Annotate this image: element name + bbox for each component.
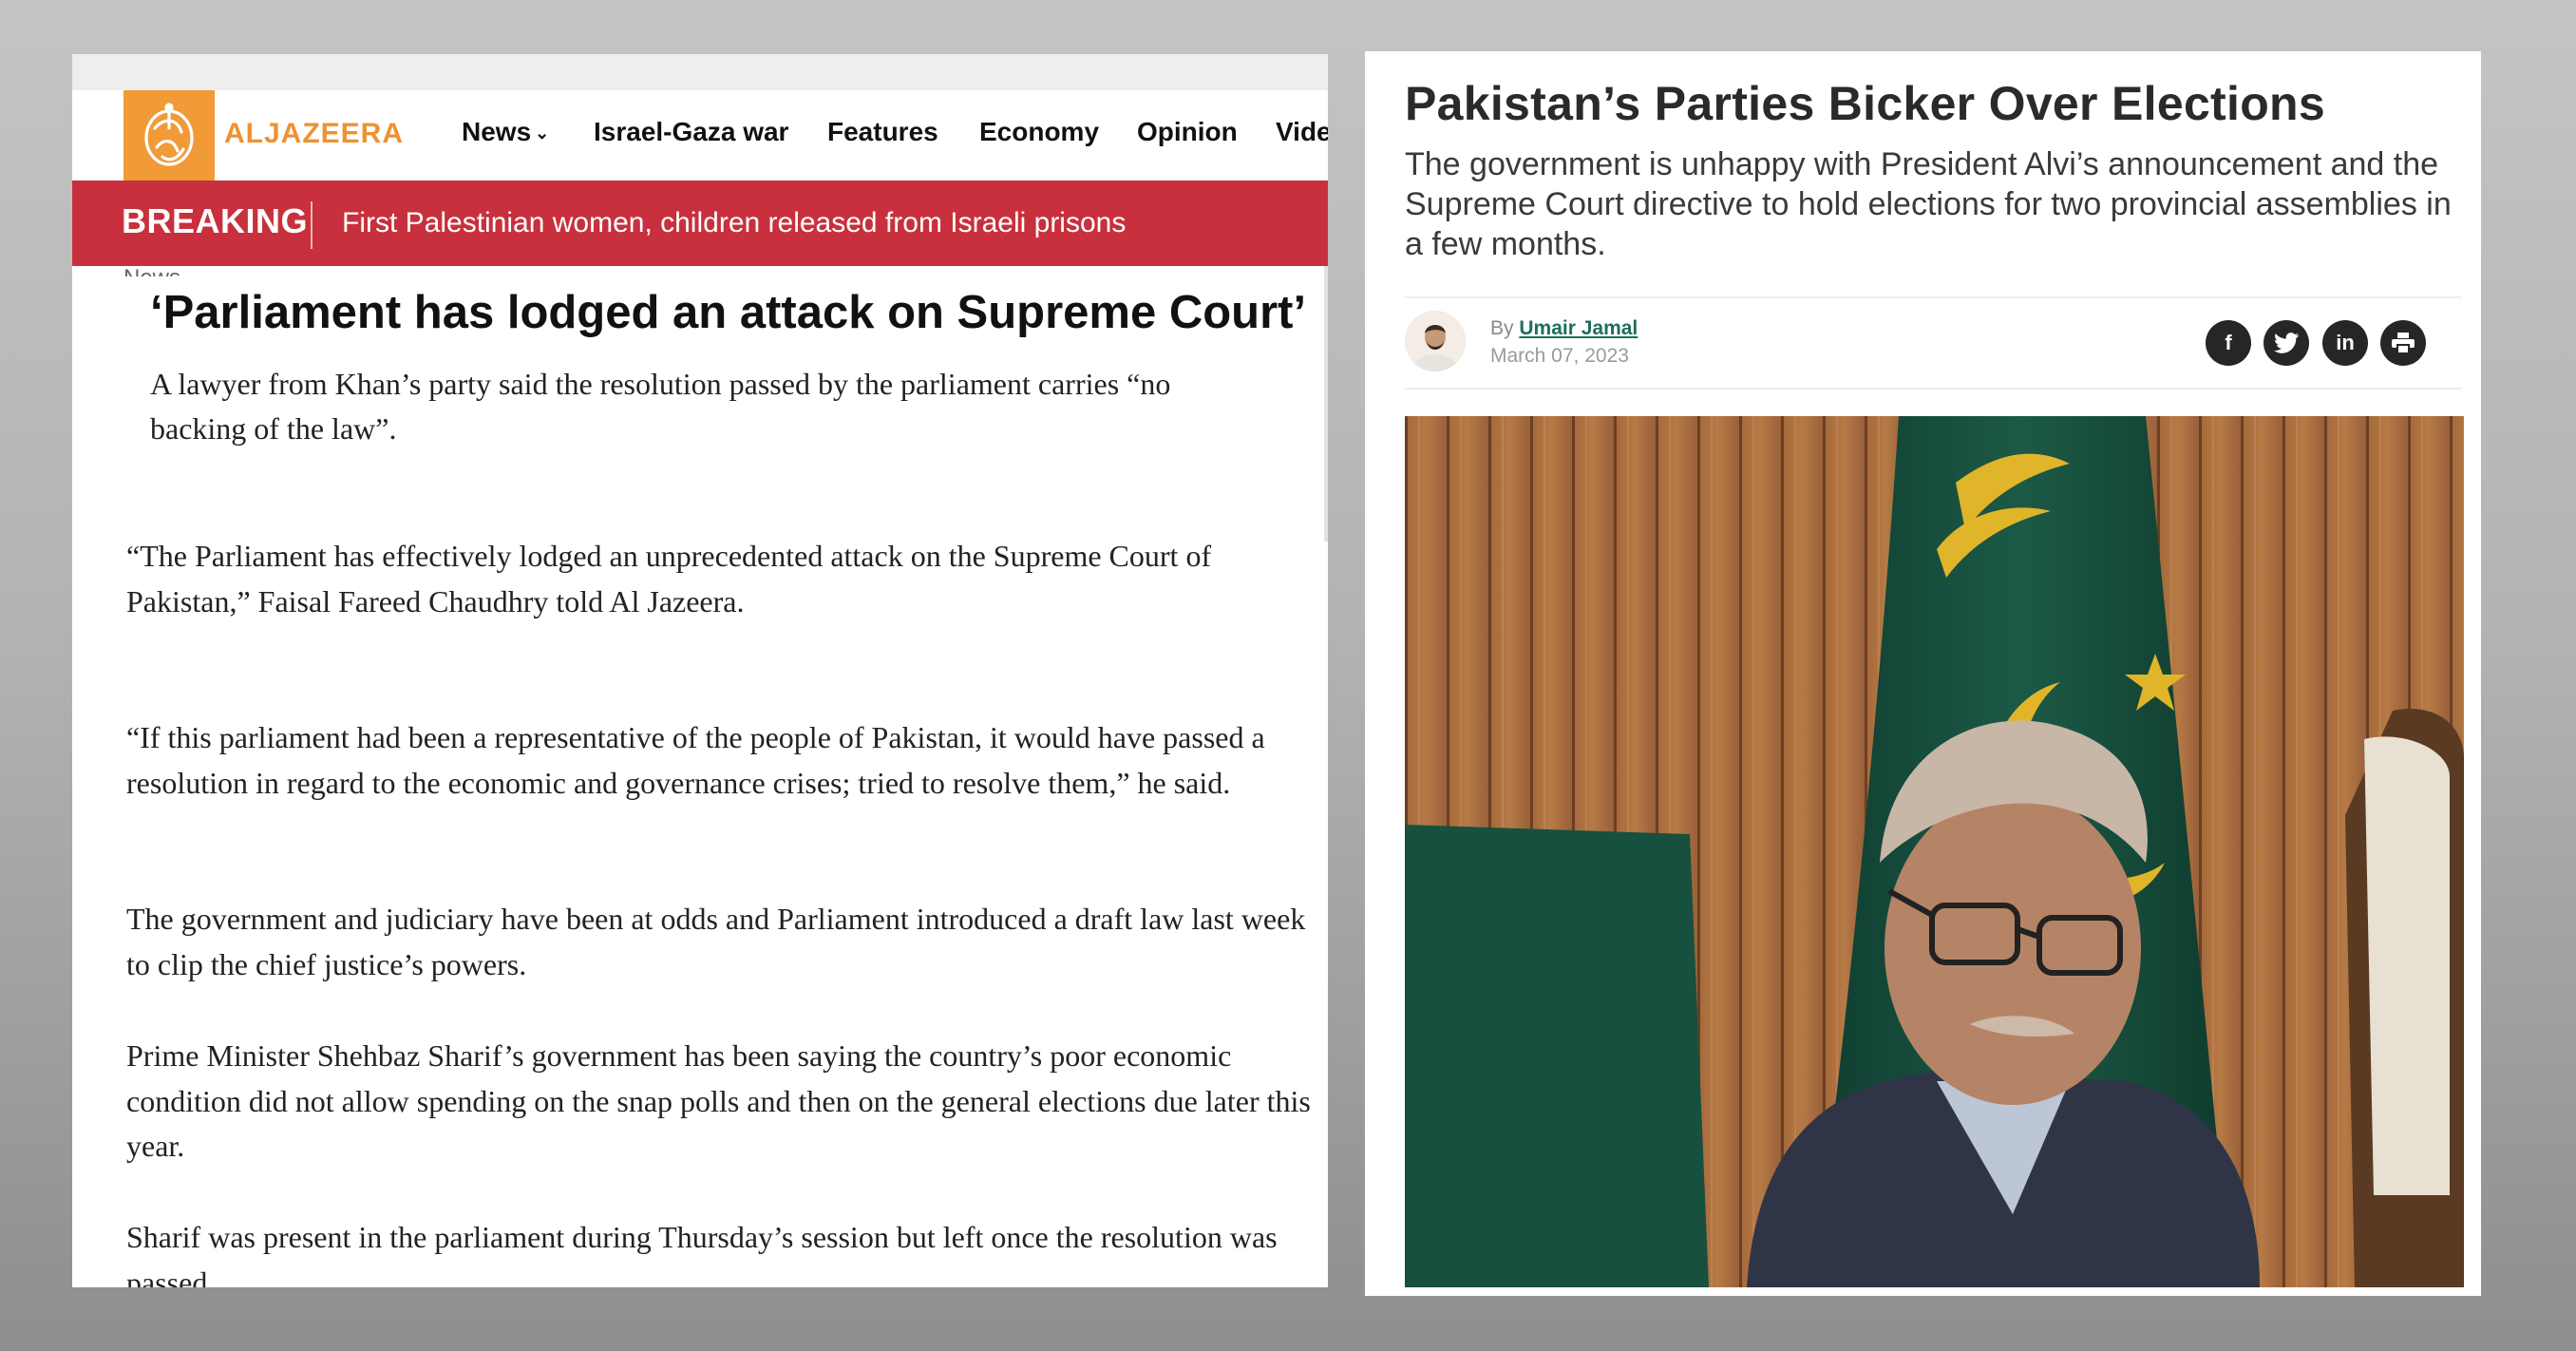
article-subtitle: The government is unhappy with President… [1405, 146, 2452, 262]
breaking-divider [311, 201, 313, 249]
author-avatar[interactable] [1405, 311, 1466, 371]
chevron-down-icon: ⌄ [535, 124, 550, 143]
browser-top-strip [72, 54, 1328, 90]
nav-news[interactable]: News ⌄ [462, 117, 549, 147]
breaking-label: BREAKING [122, 201, 309, 240]
president-with-flag-image [1405, 416, 2464, 1287]
author-link[interactable]: Umair Jamal [1519, 317, 1638, 339]
nav-features[interactable]: Features [827, 117, 938, 147]
article-paragraph: “If this parliament had been a represent… [126, 720, 1265, 800]
scrollbar-edge [1324, 266, 1328, 542]
article-paragraph: “The Parliament has effectively lodged a… [126, 539, 1212, 618]
aljazeera-article-screenshot: ALJAZEERA News ⌄ Israel-Gaza war Features… [72, 54, 1328, 1287]
byline-prefix: By [1490, 317, 1514, 339]
article-standfirst: A lawyer from Khan’s party said the reso… [150, 367, 1171, 446]
pakistan-article-screenshot: Pakistan’s Parties Bicker Over Elections… [1365, 51, 2481, 1296]
publish-date: March 07, 2023 [1490, 345, 1629, 367]
article-paragraph: Prime Minister Shehbaz Sharif’s governme… [126, 1038, 1311, 1163]
article-paragraph: Sharif was present in the parliament dur… [126, 1220, 1278, 1287]
facebook-icon[interactable]: f [2206, 320, 2251, 366]
breaking-headline[interactable]: First Palestinian women, children releas… [342, 207, 1126, 239]
byline: By Umair Jamal [1490, 317, 1638, 340]
article-title: Pakistan’s Parties Bicker Over Elections [1405, 77, 2325, 130]
aljazeera-logo-icon[interactable] [123, 90, 215, 181]
linkedin-icon[interactable]: in [2322, 320, 2368, 366]
aljazeera-wordmark[interactable]: ALJAZEERA [224, 118, 404, 150]
nav-video[interactable]: Vide [1276, 117, 1328, 147]
nav-israel-gaza-war[interactable]: Israel-Gaza war [594, 117, 788, 147]
nav-opinion[interactable]: Opinion [1137, 117, 1238, 147]
divider [1405, 388, 2461, 390]
divider [1405, 296, 2461, 298]
twitter-icon[interactable] [2263, 320, 2309, 366]
article-headline: ‘Parliament has lodged an attack on Supr… [150, 287, 1307, 338]
article-paragraph: The government and judiciary have been a… [126, 902, 1306, 981]
article-photo[interactable] [1405, 416, 2464, 1287]
print-icon[interactable] [2380, 320, 2426, 366]
nav-news-label: News [462, 117, 532, 146]
nav-economy[interactable]: Economy [979, 117, 1099, 147]
section-label[interactable]: News [123, 265, 180, 276]
breaking-news-banner[interactable]: BREAKING First Palestinian women, childr… [72, 181, 1328, 266]
